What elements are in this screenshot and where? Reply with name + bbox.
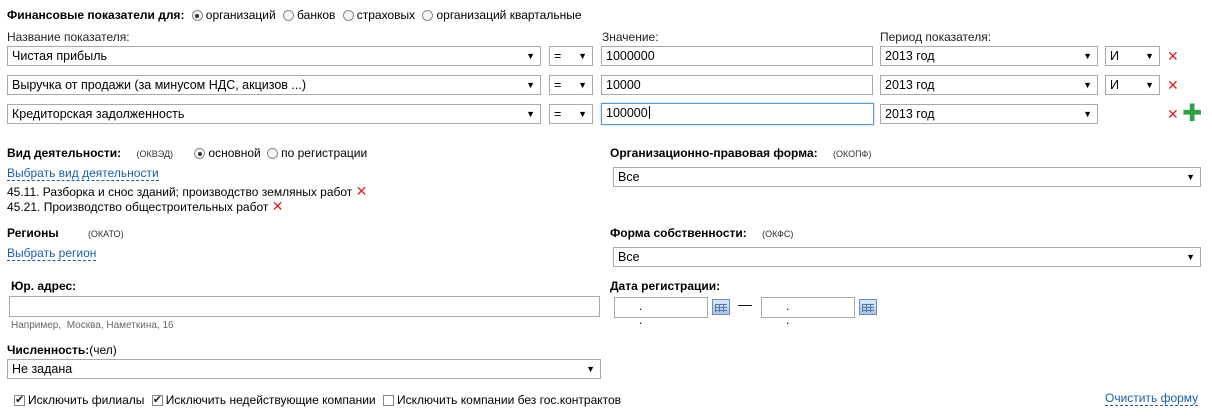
clear-form-link[interactable]: Очистить форму [1105,391,1199,406]
checkbox-icon[interactable] [14,393,25,406]
remove-activity-2-icon[interactable]: ✕ [272,198,284,214]
dropdown-arrow-icon: ▼ [578,80,587,90]
activity-title: Вид деятельности: [7,146,122,160]
activity-code: (ОКВЭД) [136,149,174,159]
radio-icon[interactable] [342,10,354,21]
dropdown-arrow-icon: ▼ [1145,80,1154,90]
remove-row-2-icon[interactable]: ✕ [1167,77,1179,94]
period-select-2[interactable]: 2013 год ▼ [880,75,1098,95]
financial-header: Финансовые показатели для: организаций б… [7,8,582,22]
regions-label: Регионы (ОКАТО) [7,226,124,240]
period-select-1[interactable]: 2013 год ▼ [880,46,1098,66]
address-hint: Например, Москва, Наметкина, 16 [11,320,174,331]
checkbox-exclude-inactive[interactable]: Исключить недействующие компании [151,393,376,407]
reg-date-to-input[interactable]: . . [761,297,855,327]
dropdown-arrow-icon: ▼ [586,364,595,374]
dropdown-arrow-icon: ▼ [526,109,535,119]
calendar-to-icon[interactable] [859,299,877,315]
ownership-select[interactable]: Все ▼ [613,247,1201,267]
text-caret [648,106,650,119]
col-label-period: Период показателя: [880,30,992,44]
dropdown-arrow-icon: ▼ [1083,80,1092,90]
radio-icon[interactable] [194,148,206,159]
address-input[interactable] [9,296,600,317]
checkbox-exclude-branches[interactable]: Исключить филиалы [14,393,144,407]
logic-select-1[interactable]: И ▼ [1105,46,1160,66]
radio-organizations-quarterly[interactable]: организаций квартальные [422,8,582,22]
select-activity-link[interactable]: Выбрать вид деятельности [7,166,159,181]
indicator-value-input-2[interactable]: 10000 [601,75,873,95]
activity-section: Вид деятельности: (ОКВЭД) основной по ре… [7,146,367,160]
radio-icon[interactable] [191,10,203,21]
checkbox-icon[interactable] [151,393,163,406]
radio-icon[interactable] [422,10,434,21]
col-label-name: Название показателя: [7,30,130,44]
col-label-value: Значение: [602,30,659,44]
select-region-link[interactable]: Выбрать регион [7,246,97,261]
radio-organizations[interactable]: организаций [191,8,276,22]
activity-item: 45.21. Производство общестроительных раб… [7,198,284,214]
footer-options: Исключить филиалы Исключить недействующи… [14,393,621,407]
radio-activity-main[interactable]: основной [194,146,261,160]
address-label: Юр. адрес: [11,279,77,293]
operator-select-1[interactable]: = ▼ [549,46,593,66]
ownership-label: Форма собственности: (ОКФС) [610,226,794,240]
remove-activity-1-icon[interactable]: ✕ [356,183,368,199]
indicator-name-select-3[interactable]: Кредиторская задолженность ▼ [7,104,541,124]
calendar-from-icon[interactable] [712,299,730,315]
add-row-plus-icon[interactable]: ✚ [1182,102,1202,126]
employees-select[interactable]: Не задана ▼ [7,359,601,379]
indicator-value-input-3[interactable]: 100000 [601,103,874,125]
employees-label: Численность:(чел) [7,343,117,357]
operator-select-2[interactable]: = ▼ [549,75,593,95]
radio-insurance[interactable]: страховых [342,8,415,22]
indicator-value-input-1[interactable]: 1000000 [601,46,873,66]
logic-select-2[interactable]: И ▼ [1105,75,1160,95]
checkbox-exclude-no-contracts[interactable]: Исключить компании без гос.контрактов [382,393,621,407]
dropdown-arrow-icon: ▼ [1186,252,1195,262]
radio-banks[interactable]: банков [283,8,335,22]
remove-row-3-icon[interactable]: ✕ [1167,106,1179,123]
dropdown-arrow-icon: ▼ [578,109,587,119]
indicator-name-select-1[interactable]: Чистая прибыль ▼ [7,46,541,66]
indicator-name-select-2[interactable]: Выручка от продажи (за минусом НДС, акци… [7,75,541,95]
financial-header-title: Финансовые показатели для: [7,8,185,22]
reg-date-label: Дата регистрации: [610,279,721,293]
checkbox-icon[interactable] [382,395,394,406]
radio-icon[interactable] [283,10,295,21]
dropdown-arrow-icon: ▼ [526,80,535,90]
remove-row-1-icon[interactable]: ✕ [1167,48,1179,65]
dropdown-arrow-icon: ▼ [1083,51,1092,61]
radio-activity-registration[interactable]: по регистрации [267,146,367,160]
dropdown-arrow-icon: ▼ [1145,51,1154,61]
legal-form-select[interactable]: Все ▼ [613,167,1201,187]
date-range-dash: — [738,296,752,312]
reg-date-from-input[interactable]: . . [614,297,708,327]
legal-form-label: Организационно-правовая форма: (ОКОПФ) [610,146,872,160]
dropdown-arrow-icon: ▼ [1186,172,1195,182]
dropdown-arrow-icon: ▼ [526,51,535,61]
radio-icon[interactable] [267,148,279,159]
period-select-3[interactable]: 2013 год ▼ [880,104,1098,124]
operator-select-3[interactable]: = ▼ [549,104,593,124]
dropdown-arrow-icon: ▼ [1083,109,1092,119]
dropdown-arrow-icon: ▼ [578,51,587,61]
